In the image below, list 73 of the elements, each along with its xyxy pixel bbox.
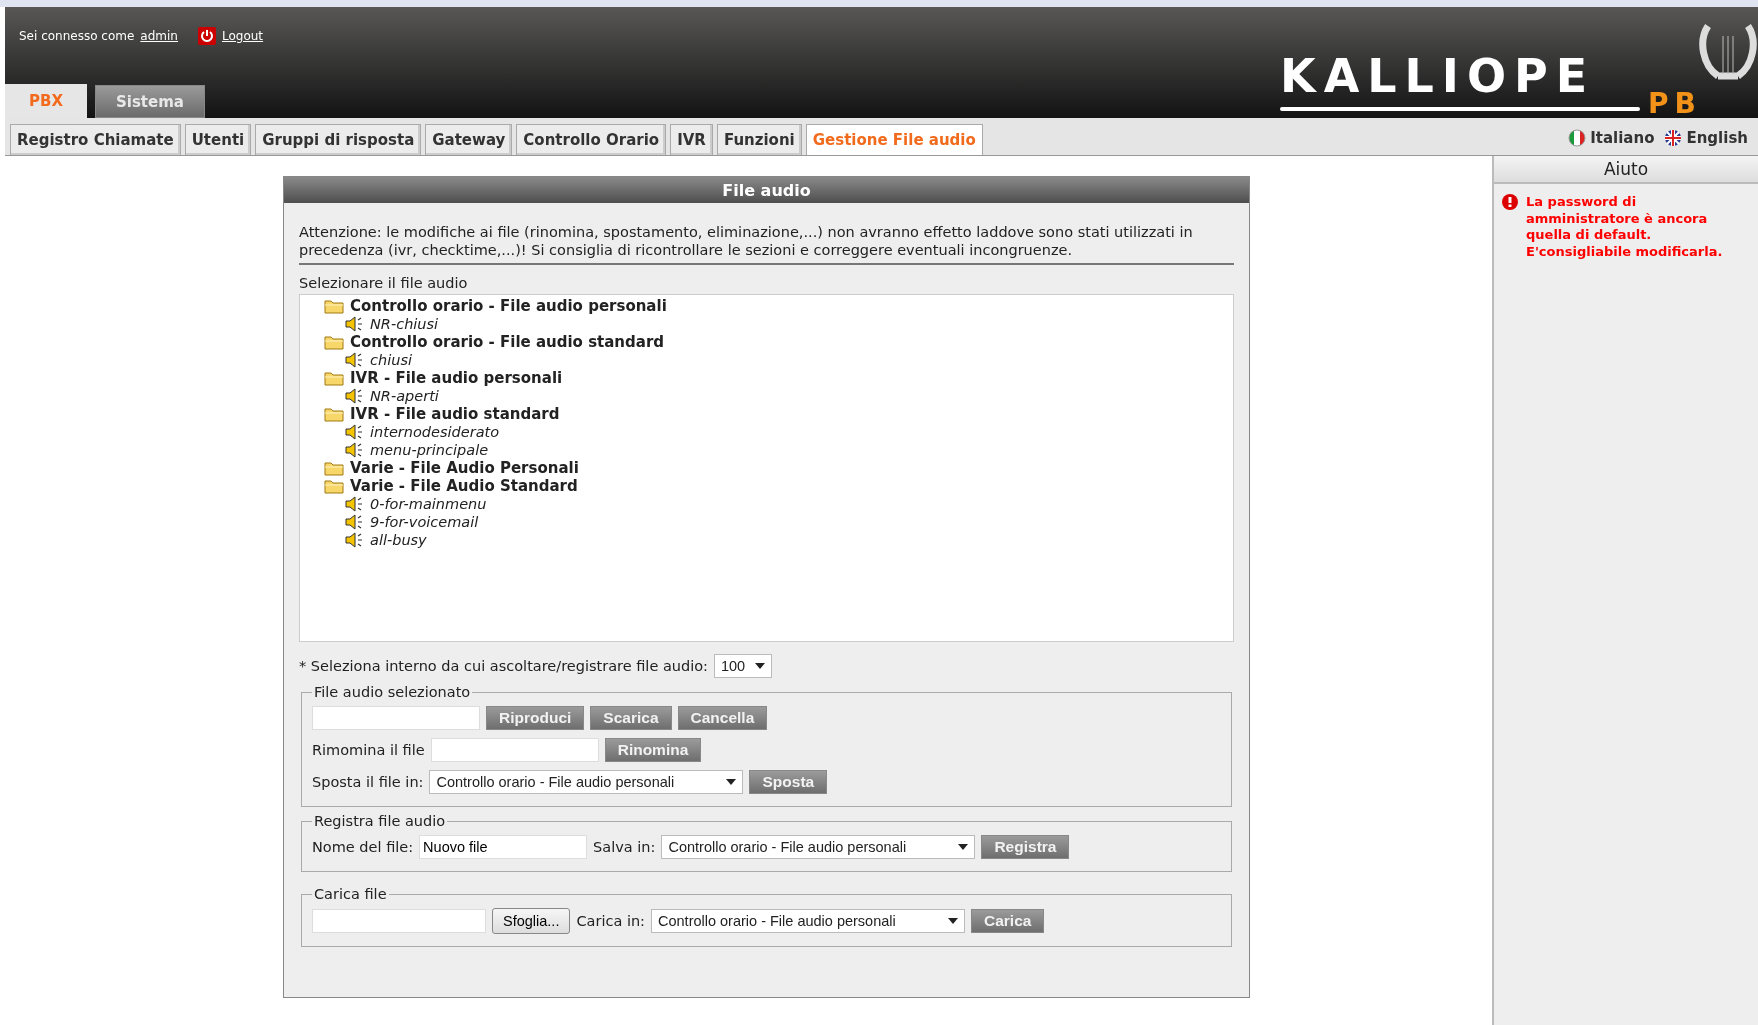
save-label: Salva in:: [593, 839, 656, 855]
browse-button[interactable]: Sfoglia...: [492, 908, 571, 934]
dropdown-caret-icon: [755, 663, 765, 669]
user-link[interactable]: admin: [140, 29, 178, 43]
dropdown-caret-icon: [958, 844, 969, 850]
save-select[interactable]: Controllo orario - File audio personali: [661, 835, 976, 859]
logo-title: KALLIOPE: [1280, 49, 1596, 103]
speaker-icon: [344, 442, 364, 458]
warning-text: Attenzione: le modifiche ai file (rinomina, spostamento, eliminazione,...) non avranno effetto laddove sono stati utilizzati in precedenza (ivr, checktime,...)! Si consiglia di ricontrollare le sezioni e correggere eventuali incongruenze.: [299, 223, 1234, 265]
nav-tab[interactable]: Utenti: [184, 124, 252, 155]
upload-target-label: Carica in:: [576, 913, 645, 929]
speaker-icon: [344, 514, 364, 530]
help-message: La password di amministratore è ancora quella di default. E'consigliabile modificarla.: [1526, 194, 1724, 260]
flag-icon: [1568, 129, 1587, 147]
audio-file-link[interactable]: 9-for-voicemail: [370, 514, 479, 530]
audio-file-link[interactable]: internodesiderato: [370, 424, 500, 440]
rename-label: Rimomina il file: [312, 742, 425, 758]
speaker-icon: [344, 532, 364, 548]
file-name-field[interactable]: Nuovo file: [419, 835, 588, 859]
dropdown-caret-icon: [726, 779, 737, 785]
folder-icon: [324, 478, 344, 494]
rename-field[interactable]: [430, 738, 599, 762]
speaker-icon: [344, 424, 364, 440]
section-legend: File audio selezionato: [312, 684, 473, 700]
section-legend: Carica file: [312, 886, 389, 902]
audio-file-link[interactable]: NR-chiusi: [370, 316, 439, 332]
folder-label[interactable]: IVR - File audio personali: [350, 369, 563, 387]
extension-label: * Seleziona interno da cui ascoltare/registrare file audio:: [299, 658, 708, 674]
nav-tab[interactable]: Controllo Orario: [516, 124, 667, 155]
audio-file-link[interactable]: NR-aperti: [370, 388, 439, 404]
folder-label[interactable]: Varie - File Audio Personali: [350, 459, 579, 477]
folder-icon: [324, 334, 344, 350]
alert-icon: [1502, 194, 1518, 210]
nav-tab[interactable]: Gateway: [425, 124, 513, 155]
folder-icon: [324, 298, 344, 314]
folder-icon: [324, 460, 344, 476]
logout-link[interactable]: Logout: [221, 29, 264, 43]
nav-tab[interactable]: Gruppi di risposta: [255, 124, 422, 155]
speaker-icon: [344, 352, 364, 368]
audio-file-link[interactable]: 0-for-mainmenu: [370, 496, 487, 512]
language-link[interactable]: English: [1664, 129, 1748, 147]
tree-label: Selezionare il file audio: [299, 275, 469, 291]
folder-icon: [324, 406, 344, 422]
file-name-label: Nome del file:: [312, 839, 414, 855]
move-select[interactable]: Controllo orario - File audio personali: [429, 770, 744, 794]
upload-file-field[interactable]: [312, 909, 486, 933]
nav-tab[interactable]: Registro Chiamate: [10, 124, 181, 155]
selected-file-field[interactable]: [312, 706, 480, 730]
flag-icon: [1664, 129, 1683, 147]
folder-label[interactable]: Controllo orario - File audio standard: [350, 333, 665, 351]
help-title: Aiuto: [1494, 156, 1758, 184]
move-label: Sposta il file in:: [312, 774, 424, 790]
folder-icon: [324, 370, 344, 386]
extension-select[interactable]: 100: [714, 654, 772, 678]
upload-target-select[interactable]: Controllo orario - File audio personali: [651, 909, 965, 933]
nav-tab[interactable]: Funzioni: [716, 124, 802, 155]
dropdown-caret-icon: [948, 918, 958, 924]
audio-file-link[interactable]: chiusi: [370, 352, 412, 368]
login-text: Sei connesso come: [19, 29, 135, 43]
audio-file-link[interactable]: all-busy: [370, 532, 427, 548]
logo-subtitle: PB: [1648, 87, 1702, 117]
folder-label[interactable]: Controllo orario - File audio personali: [350, 297, 667, 315]
section-legend: Registra file audio: [312, 813, 448, 829]
speaker-icon: [344, 388, 364, 404]
speaker-icon: [344, 316, 364, 332]
audio-file-link[interactable]: menu-principale: [370, 442, 489, 458]
power-icon: [197, 27, 216, 45]
folder-label[interactable]: IVR - File audio standard: [350, 405, 560, 423]
nav-tab[interactable]: IVR: [670, 124, 713, 155]
panel-title: File audio: [284, 177, 1249, 203]
folder-label[interactable]: Varie - File Audio Standard: [350, 477, 578, 495]
speaker-icon: [344, 496, 364, 512]
language-link[interactable]: Italiano: [1568, 129, 1655, 147]
